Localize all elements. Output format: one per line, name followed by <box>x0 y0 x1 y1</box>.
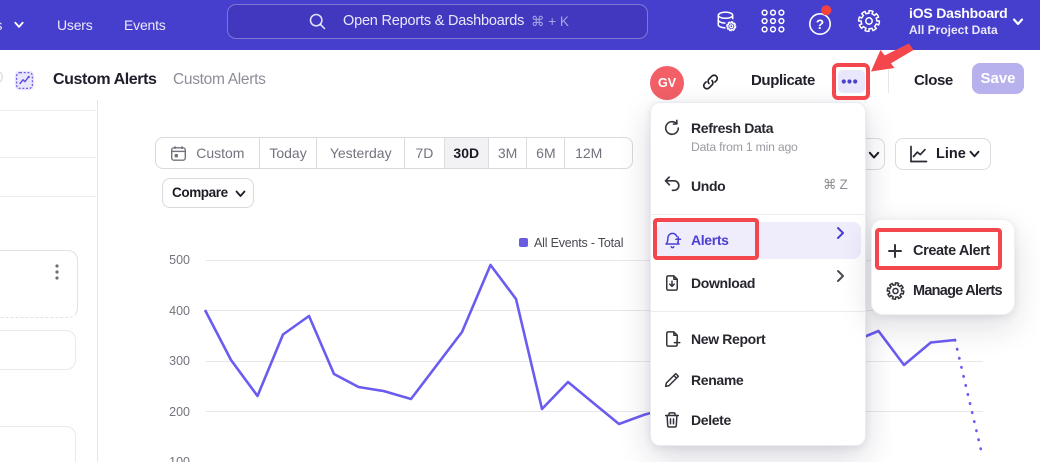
svg-text:?: ? <box>816 17 824 32</box>
